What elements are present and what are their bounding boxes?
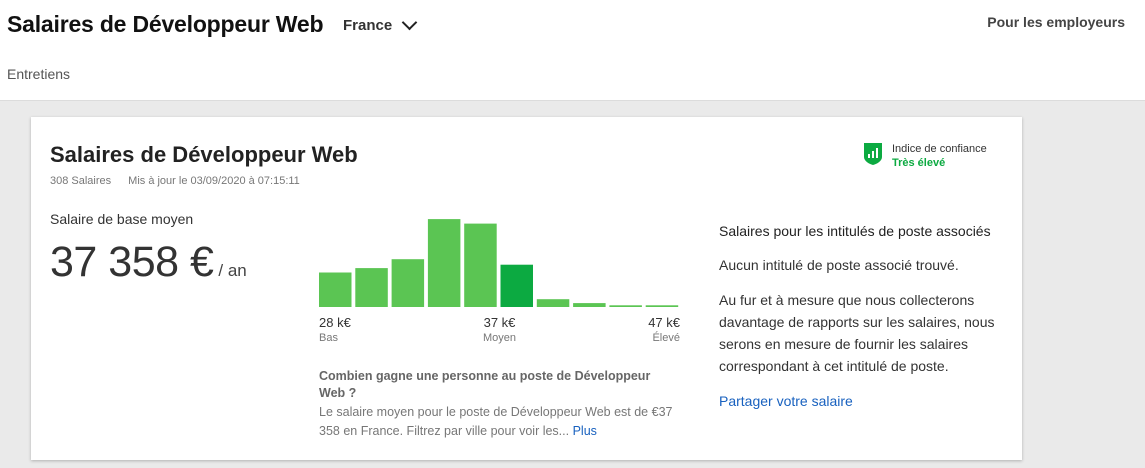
histogram-bar — [500, 264, 533, 307]
salary-card: Salaires de Développeur Web 308 Salaires… — [31, 117, 1022, 460]
histogram-bar — [609, 305, 642, 307]
question-title: Combien gagne une personne au poste de D… — [319, 369, 651, 400]
salary-meta: 308 Salaires Mis à jour le 03/09/2020 à … — [50, 175, 300, 187]
tick-high: 47 k€ Élevé — [648, 315, 680, 344]
base-salary: 37 358 € / an — [50, 238, 247, 287]
histogram-bar — [391, 259, 425, 307]
chevron-down-icon — [401, 14, 418, 31]
tick-low: 28 k€ Bas — [319, 315, 351, 344]
interviews-link[interactable]: Entretiens — [7, 66, 70, 82]
employers-link[interactable]: Pour les employeurs — [987, 14, 1125, 30]
shield-chart-icon — [864, 143, 882, 165]
tick-mid-value: 37 k€ — [483, 315, 516, 330]
confidence-index: Indice de confiance Très élevé — [863, 142, 987, 170]
histogram-bar — [464, 223, 497, 307]
country-label: France — [343, 17, 393, 34]
related-titles: Salaires pour les intitulés de poste ass… — [719, 223, 1009, 411]
tick-mid: 37 k€ Moyen — [483, 315, 516, 344]
histogram-axis: 28 k€ Bas 37 k€ Moyen 47 k€ Élevé — [319, 315, 680, 347]
confidence-value: Très élevé — [892, 157, 946, 169]
histogram-bar — [536, 299, 570, 307]
question-body: Le salaire moyen pour le poste de Dévelo… — [319, 403, 689, 441]
tick-mid-label: Moyen — [482, 332, 517, 344]
salary-unit: / an — [218, 261, 247, 280]
tick-high-value: 47 k€ — [648, 315, 680, 330]
tick-high-label: Élevé — [652, 332, 680, 344]
tick-low-label: Bas — [319, 332, 338, 344]
histogram-bar — [319, 272, 352, 307]
confidence-label: Indice de confiance — [892, 143, 987, 155]
related-description: Au fur et à mesure que nous collecterons… — [719, 292, 995, 374]
tick-low-value: 28 k€ — [319, 315, 351, 330]
card-title: Salaires de Développeur Web — [50, 142, 358, 167]
country-selector[interactable]: France — [343, 14, 418, 34]
histogram-bar — [573, 303, 606, 307]
more-link[interactable]: Plus — [573, 424, 597, 438]
base-salary-label: Salaire de base moyen — [50, 211, 194, 227]
salary-histogram — [319, 219, 679, 307]
salary-amount: 37 358 € — [50, 238, 214, 286]
page-title: Salaires de Développeur Web — [7, 11, 324, 37]
updated-timestamp: Mis à jour le 03/09/2020 à 07:15:11 — [128, 175, 300, 187]
top-bar: Salaires de Développeur Web France Pour … — [0, 0, 1145, 101]
share-salary-link[interactable]: Partager votre salaire — [719, 393, 853, 409]
related-none: Aucun intitulé de poste associé trouvé. — [719, 257, 959, 273]
related-title: Salaires pour les intitulés de poste ass… — [719, 223, 991, 239]
question-text: Le salaire moyen pour le poste de Dévelo… — [319, 405, 673, 438]
histogram-bar — [355, 268, 388, 307]
salary-count: 308 Salaires — [50, 175, 112, 187]
histogram-bar — [427, 219, 461, 307]
histogram-bar — [645, 305, 679, 307]
